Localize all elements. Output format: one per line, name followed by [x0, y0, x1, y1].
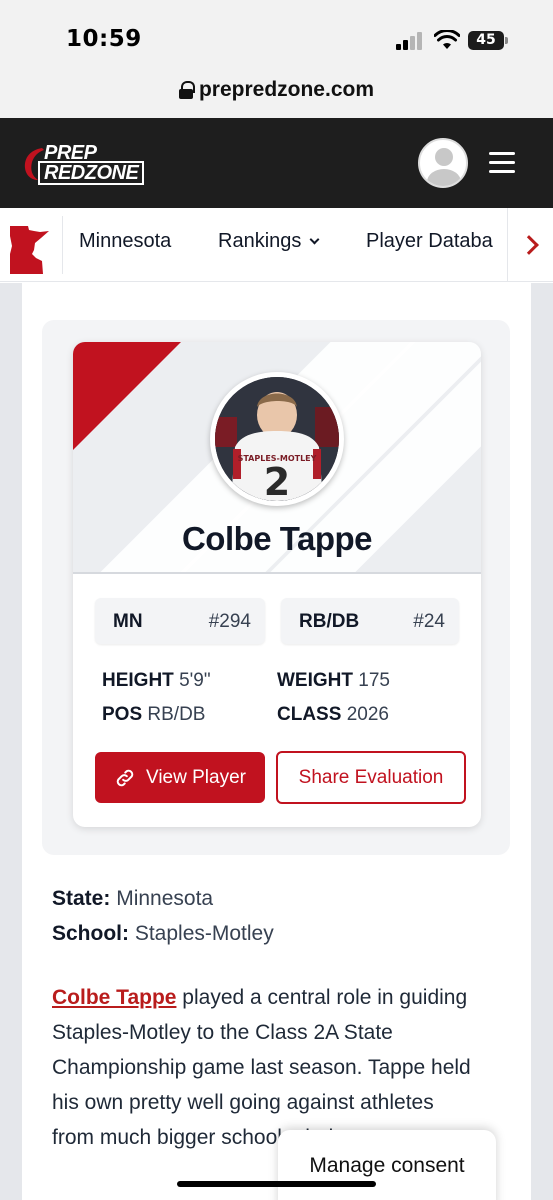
nav-item-minnesota[interactable]: Minnesota: [79, 230, 171, 253]
info-school: School: Staples-Motley: [52, 922, 274, 946]
player-photo: STAPLES-MOTLEY 2: [210, 372, 344, 506]
home-indicator: [177, 1181, 376, 1187]
wifi-icon: [434, 30, 460, 49]
player-card-header: STAPLES-MOTLEY 2 Colbe Tappe: [73, 342, 481, 574]
stat-weight-value: 175: [358, 670, 390, 691]
site-logo[interactable]: PREP REDZONE: [22, 142, 148, 185]
stat-pos-label: POS: [102, 704, 143, 725]
stat-weight: WEIGHT 175: [277, 670, 390, 692]
browser-url-bar[interactable]: prepredzone.com: [0, 76, 553, 118]
user-avatar-button[interactable]: [418, 138, 468, 188]
card-corner-accent: [73, 342, 181, 450]
jersey-number: 2: [264, 460, 290, 501]
stat-height: HEIGHT 5'9": [102, 670, 211, 692]
nav-item-player-database[interactable]: Player Databa: [366, 230, 493, 253]
status-time: 10:59: [66, 26, 142, 52]
page-gutter-right: [531, 283, 553, 1200]
stat-class-value: 2026: [346, 704, 389, 725]
url-text: prepredzone.com: [198, 78, 375, 101]
link-icon: [116, 769, 134, 786]
state-abbr: MN: [113, 611, 143, 632]
stat-height-value: 5'9": [179, 670, 211, 691]
stat-pos-value: RB/DB: [147, 704, 206, 725]
nav-divider: [62, 216, 63, 274]
lock-icon: [178, 81, 195, 99]
state-nav-bar: Minnesota Rankings Player Databa: [0, 208, 553, 282]
position-rank: #24: [413, 611, 445, 632]
stat-pos: POS RB/DB: [102, 704, 205, 726]
info-school-label: School:: [52, 922, 129, 945]
chevron-down-icon: [309, 234, 320, 245]
nav-item-rankings-label: Rankings: [218, 230, 302, 252]
page-gutter-left: [0, 283, 22, 1200]
position-abbr: RB/DB: [299, 611, 360, 632]
position-rank-badge: RB/DB #24: [281, 598, 459, 644]
stat-weight-label: WEIGHT: [277, 670, 353, 691]
site-header: PREP REDZONE: [0, 118, 553, 208]
info-state-label: State:: [52, 887, 111, 910]
cellular-signal-icon: [396, 32, 424, 50]
logo-text-redzone: REDZONE: [38, 161, 145, 185]
menu-icon[interactable]: [489, 152, 515, 174]
state-rank: #294: [208, 611, 251, 632]
player-card: STAPLES-MOTLEY 2 Colbe Tappe MN #294 RB/…: [73, 342, 481, 827]
share-evaluation-button[interactable]: Share Evaluation: [276, 751, 466, 804]
player-link[interactable]: Colbe Tappe: [52, 986, 176, 1009]
stat-class-label: CLASS: [277, 704, 342, 725]
minnesota-map-icon[interactable]: [8, 224, 50, 276]
article-body: Colbe Tappe played a central role in gui…: [52, 980, 472, 1155]
nav-scroll-right-chevron-icon[interactable]: [507, 208, 553, 281]
info-state-value: Minnesota: [116, 887, 214, 910]
player-name: Colbe Tappe: [181, 520, 373, 557]
player-card-panel: STAPLES-MOTLEY 2 Colbe Tappe MN #294 RB/…: [42, 320, 510, 855]
info-school-value: Staples-Motley: [134, 922, 274, 945]
status-bar: 10:59 45: [0, 0, 553, 76]
stat-class: CLASS 2026: [277, 704, 389, 726]
stat-height-label: HEIGHT: [102, 670, 174, 691]
view-player-button[interactable]: View Player: [95, 752, 265, 803]
state-rank-badge: MN #294: [95, 598, 265, 644]
view-player-label: View Player: [146, 766, 246, 788]
battery-icon: 45: [468, 31, 508, 50]
article-text: played a central role in guiding Staples…: [52, 986, 471, 1149]
nav-item-rankings[interactable]: Rankings: [218, 230, 320, 253]
manage-consent-button[interactable]: Manage consent: [278, 1130, 496, 1200]
info-state: State: Minnesota: [52, 887, 213, 911]
